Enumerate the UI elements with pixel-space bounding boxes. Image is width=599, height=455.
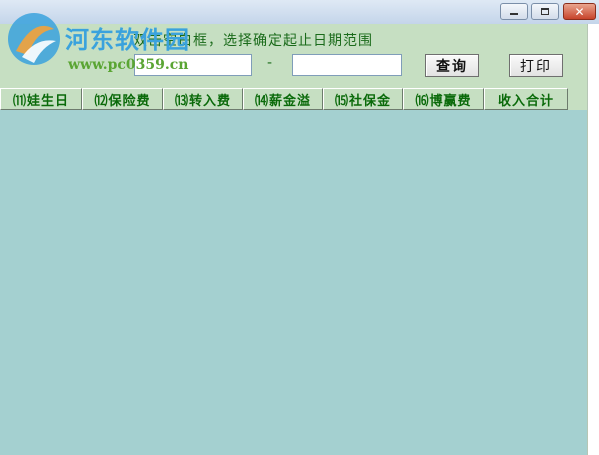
watermark-title: 河东软件园: [65, 26, 190, 54]
column-header-birthday[interactable]: ⑾娃生日: [0, 88, 82, 110]
query-button[interactable]: 查询: [425, 54, 479, 77]
column-header-transfer-in[interactable]: ⒀转入费: [163, 88, 243, 110]
column-header-social-security[interactable]: ⒂社保金: [323, 88, 403, 110]
print-button[interactable]: 打印: [509, 54, 563, 77]
column-header-income-total[interactable]: 收入合计: [484, 88, 568, 110]
maximize-icon: [541, 8, 549, 15]
watermark-url: www.pc0359.cn: [68, 57, 189, 73]
close-button[interactable]: ✕: [563, 3, 596, 20]
site-logo-icon: [8, 13, 60, 65]
data-grid[interactable]: [0, 110, 587, 455]
maximize-button[interactable]: [531, 3, 559, 20]
window-border: [587, 24, 599, 455]
column-header-winnings[interactable]: ⒃博赢费: [403, 88, 484, 110]
end-date-field[interactable]: [292, 54, 402, 76]
column-header-salary-surplus[interactable]: ⒁薪金溢: [243, 88, 323, 110]
minimize-icon: [510, 13, 518, 15]
watermark: 河东软件园 www.pc0359.cn: [4, 10, 204, 73]
date-separator: -: [267, 55, 273, 71]
column-header-insurance[interactable]: ⑿保险费: [82, 88, 163, 110]
close-icon: ✕: [574, 4, 585, 19]
minimize-button[interactable]: [500, 3, 528, 20]
grid-header: ⑾娃生日 ⑿保险费 ⒀转入费 ⒁薪金溢 ⒂社保金 ⒃博赢费 收入合计: [0, 88, 568, 110]
